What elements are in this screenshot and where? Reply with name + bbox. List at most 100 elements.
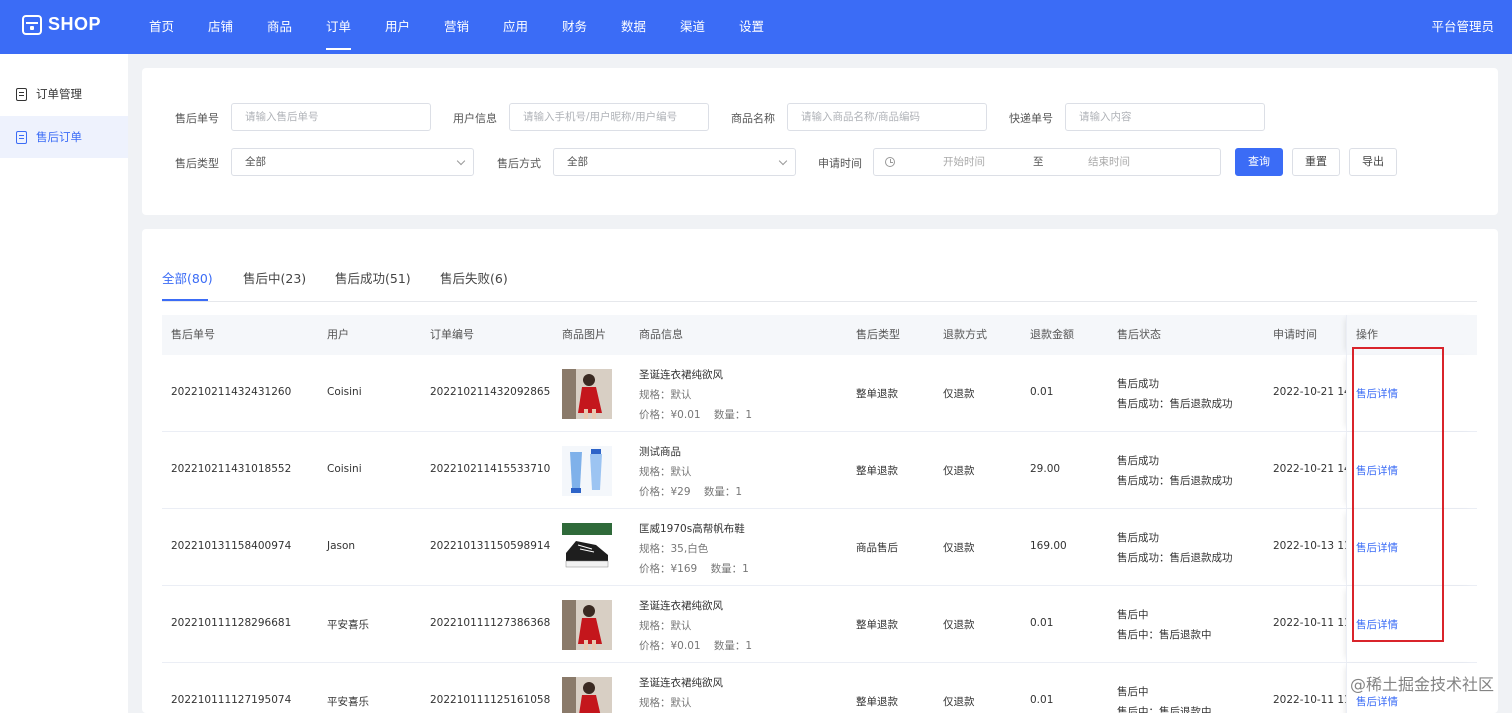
nav-store[interactable]: 店铺	[191, 0, 250, 54]
apply-time-range-picker[interactable]: 开始时间 至 结束时间	[873, 148, 1221, 176]
chevron-down-icon	[778, 156, 788, 166]
goods-name-label: 商品名称	[731, 112, 775, 125]
tab-all[interactable]: 全部(80)	[162, 268, 213, 287]
refund-amount-cell: 169.00	[1030, 540, 1067, 552]
tab-success[interactable]: 售后成功(51)	[335, 268, 411, 287]
refund-amount-cell: 0.01	[1030, 386, 1054, 398]
goods-image-blue-tubes[interactable]	[562, 446, 612, 496]
top-navbar: SHOP 首页 店铺 商品 订单 用户 营销 应用 财务 数据 渠道 设置 平台…	[0, 0, 1512, 54]
tab-failed[interactable]: 售后失败(6)	[440, 268, 508, 287]
aftersale-type-select[interactable]: 全部	[231, 148, 474, 176]
tab-in-progress[interactable]: 售后中(23)	[243, 268, 306, 287]
col-goods-info: 商品信息	[639, 328, 683, 341]
goods-info-cell: 圣诞连衣裙纯欲风 规格：默认 价格：¥0.01 数量：1	[639, 365, 752, 425]
nav-finance[interactable]: 财务	[545, 0, 604, 54]
table-row[interactable]: 202210111127195074 平安喜乐 2022101111251610…	[162, 663, 1477, 713]
aftersale-detail-link[interactable]: 售后详情	[1356, 694, 1398, 709]
user-menu[interactable]: 平台管理员	[1431, 0, 1494, 54]
start-time-input[interactable]: 开始时间	[943, 149, 985, 175]
sidebar: 订单管理 售后订单	[0, 54, 128, 713]
aftersale-detail-link[interactable]: 售后详情	[1356, 463, 1398, 478]
goods-price-qty: 价格：¥29 数量：1	[639, 482, 742, 502]
aftersale-detail-link[interactable]: 售后详情	[1356, 386, 1398, 401]
col-actions-header: 操作	[1346, 315, 1477, 355]
goods-qty: 数量：1	[713, 640, 753, 652]
table-row[interactable]: 202210111128296681 平安喜乐 2022101111273863…	[162, 586, 1477, 663]
actions-cell: 售后详情	[1346, 432, 1477, 508]
goods-image-red-dress[interactable]	[562, 677, 612, 713]
watermark: @稀土掘金技术社区	[1349, 675, 1494, 694]
apply-time-cell: 2022-10-13 11:5	[1273, 540, 1346, 552]
refund-method-cell: 仅退款	[943, 696, 975, 708]
goods-image-red-dress[interactable]	[562, 369, 612, 419]
actions-cell: 售后详情	[1346, 355, 1477, 431]
col-user: 用户	[327, 328, 349, 341]
refund-method-cell: 仅退款	[943, 388, 975, 400]
aftersale-no-cell: 202210111127195074	[171, 694, 292, 706]
status-detail: 售后中：售后退款中	[1117, 706, 1212, 713]
active-tab-indicator	[162, 299, 208, 301]
refund-amount-cell: 0.01	[1030, 694, 1054, 706]
col-aftersale-status: 售后状态	[1117, 328, 1161, 341]
actions-cell: 售后详情	[1346, 509, 1477, 585]
aftersale-no-label: 售后单号	[175, 112, 219, 125]
aftersale-no-cell: 202210211432431260	[171, 386, 292, 398]
nav-home[interactable]: 首页	[132, 0, 191, 54]
nav-users[interactable]: 用户	[368, 0, 427, 54]
sidebar-item-order-management[interactable]: 订单管理	[0, 73, 128, 115]
apply-time-cell: 2022-10-21 14:3	[1273, 463, 1346, 475]
table-row[interactable]: 202210211432431260 Coisini 2022102114320…	[162, 355, 1477, 432]
goods-image-black-sneaker[interactable]	[562, 523, 612, 573]
nav-channels[interactable]: 渠道	[663, 0, 722, 54]
nav-goods[interactable]: 商品	[250, 0, 309, 54]
aftersale-type-value: 全部	[245, 156, 266, 168]
goods-qty: 数量：1	[713, 409, 753, 421]
order-no-cell: 202210211432092865	[430, 386, 551, 398]
status-text: 售后中	[1117, 686, 1149, 698]
apply-time-cell: 2022-10-11 11:2	[1273, 694, 1346, 706]
sidebar-item-label: 售后订单	[36, 130, 82, 144]
nav-apps[interactable]: 应用	[486, 0, 545, 54]
table-row[interactable]: 202210131158400974 Jason 202210131150598…	[162, 509, 1477, 586]
aftersale-no-cell: 202210111128296681	[171, 617, 292, 629]
refund-method-cell: 仅退款	[943, 542, 975, 554]
clock-icon	[885, 157, 895, 167]
aftersale-detail-link[interactable]: 售后详情	[1356, 540, 1398, 555]
aftersale-type-cell: 整单退款	[856, 696, 898, 708]
goods-name-input[interactable]	[787, 103, 987, 131]
aftersale-detail-link[interactable]: 售后详情	[1356, 617, 1398, 632]
col-apply-time: 申请时间	[1273, 328, 1317, 341]
order-no-cell: 202210211415533710	[430, 463, 551, 475]
order-no-cell: 202210111127386368	[430, 617, 551, 629]
col-refund-amount: 退款金额	[1030, 328, 1074, 341]
goods-image-red-dress[interactable]	[562, 600, 612, 650]
nav-settings[interactable]: 设置	[722, 0, 781, 54]
apply-time-label: 申请时间	[818, 157, 862, 170]
refund-method-cell: 仅退款	[943, 619, 975, 631]
goods-price: 价格：¥0.01	[639, 640, 701, 652]
reset-button[interactable]: 重置	[1292, 148, 1340, 176]
export-button[interactable]: 导出	[1349, 148, 1397, 176]
col-goods-image: 商品图片	[562, 328, 606, 341]
order-no-cell: 202210131150598914	[430, 540, 551, 552]
end-time-input[interactable]: 结束时间	[1088, 149, 1130, 175]
nav-data[interactable]: 数据	[604, 0, 663, 54]
aftersale-no-cell: 202210131158400974	[171, 540, 292, 552]
aftersale-type-cell: 整单退款	[856, 465, 898, 477]
logo[interactable]: SHOP	[22, 14, 101, 35]
aftersale-no-input[interactable]	[231, 103, 431, 131]
express-no-input[interactable]	[1065, 103, 1265, 131]
aftersale-method-select[interactable]: 全部	[553, 148, 796, 176]
logo-text: SHOP	[48, 14, 102, 34]
search-button[interactable]: 查询	[1235, 148, 1283, 176]
user-cell: Coisini	[327, 386, 362, 398]
goods-spec: 规格：默认	[639, 466, 692, 478]
refund-amount-cell: 0.01	[1030, 617, 1054, 629]
table-row[interactable]: 202210211431018552 Coisini 2022102114155…	[162, 432, 1477, 509]
aftersale-type-cell: 整单退款	[856, 388, 898, 400]
nav-marketing[interactable]: 营销	[427, 0, 486, 54]
sidebar-item-aftersale-orders[interactable]: 售后订单	[0, 116, 128, 158]
apply-time-cell: 2022-10-21 14:3	[1273, 386, 1346, 398]
user-info-input[interactable]	[509, 103, 709, 131]
nav-orders[interactable]: 订单	[309, 0, 368, 54]
